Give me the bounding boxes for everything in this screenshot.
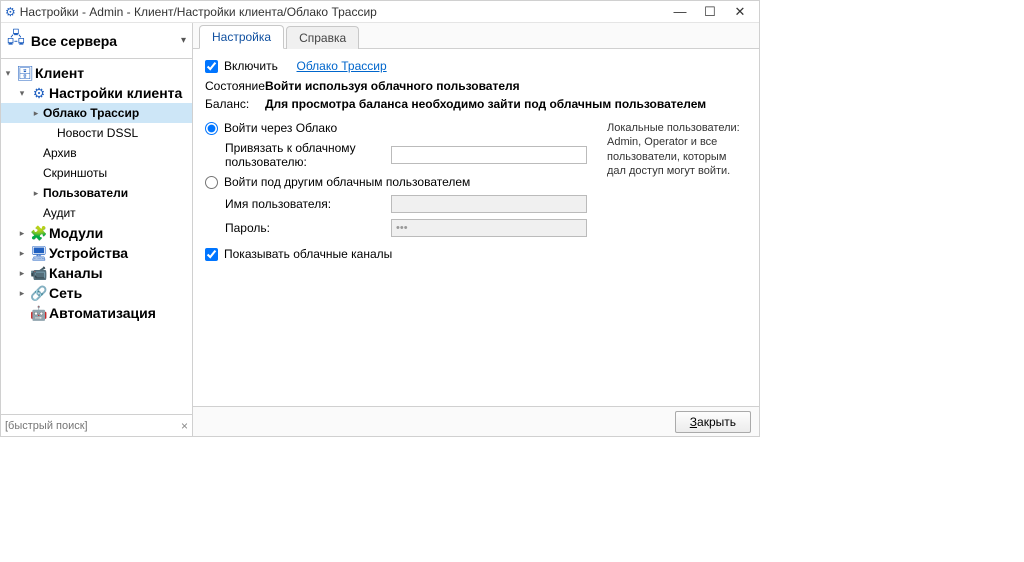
tree-item-label: Пользователи bbox=[43, 186, 128, 200]
password-input[interactable] bbox=[391, 219, 587, 237]
tab-0[interactable]: Настройка bbox=[199, 25, 284, 49]
tree-item-label: Каналы bbox=[49, 265, 103, 281]
tree-item-label: Облако Трассир bbox=[43, 106, 139, 120]
dropdown-icon[interactable]: ▾ bbox=[181, 35, 186, 46]
show-channels-checkbox[interactable] bbox=[205, 248, 218, 261]
tree-item-label: Автоматизация bbox=[49, 305, 156, 321]
show-channels-label: Показывать облачные каналы bbox=[224, 247, 392, 261]
sidebar: 🖧 Все сервера ▾ ▾🗄Клиент▾⚙Настройки клие… bbox=[1, 23, 193, 436]
tree-item-7[interactable]: Аудит bbox=[1, 203, 192, 223]
radio-login-cloud[interactable] bbox=[205, 122, 218, 135]
tree-item-9[interactable]: ▸🖥Устройства bbox=[1, 243, 192, 263]
gear-icon: ⚙ bbox=[5, 5, 16, 19]
username-label: Имя пользователя: bbox=[225, 197, 385, 211]
maximize-button[interactable]: ☐ bbox=[695, 4, 725, 20]
chevron-icon[interactable]: ▸ bbox=[15, 248, 29, 259]
settings-panel: Включить Облако Трассир Состояние: Войти… bbox=[193, 49, 759, 406]
tree-item-10[interactable]: ▸📹Каналы bbox=[1, 263, 192, 283]
balance-value: Для просмотра баланса необходимо зайти п… bbox=[265, 97, 706, 111]
window-title: Настройки - Admin - Клиент/Настройки кли… bbox=[20, 5, 665, 19]
radio-login-cloud-label: Войти через Облако bbox=[224, 121, 337, 135]
bind-cloud-user-input[interactable] bbox=[391, 146, 587, 164]
tree-item-label: Клиент bbox=[35, 65, 84, 81]
camera-icon: 📹 bbox=[29, 265, 49, 282]
chevron-icon[interactable]: ▸ bbox=[15, 288, 29, 299]
servers-icon: 🖧 bbox=[7, 27, 25, 54]
window-body: 🖧 Все сервера ▾ ▾🗄Клиент▾⚙Настройки клие… bbox=[1, 23, 759, 436]
db-icon: 🗄 bbox=[15, 65, 35, 82]
chevron-icon[interactable]: ▸ bbox=[15, 228, 29, 239]
settings-window: ⚙ Настройки - Admin - Клиент/Настройки к… bbox=[0, 0, 760, 437]
sidebar-header-label: Все сервера bbox=[31, 33, 175, 49]
tree-item-11[interactable]: ▸🔗Сеть bbox=[1, 283, 192, 303]
robot-icon: 🤖 bbox=[29, 305, 49, 322]
gear-icon: ⚙ bbox=[29, 85, 49, 102]
close-settings-button[interactable]: Закрыть bbox=[675, 411, 751, 433]
nav-tree: ▾🗄Клиент▾⚙Настройки клиента▸Облако Трасс… bbox=[1, 59, 192, 414]
chevron-icon[interactable]: ▾ bbox=[15, 88, 29, 99]
quick-search: × bbox=[1, 414, 192, 436]
clear-search-icon[interactable]: × bbox=[181, 419, 188, 433]
radio-login-other-label: Войти под другим облачным пользователем bbox=[224, 175, 470, 189]
tree-item-label: Модули bbox=[49, 225, 103, 241]
network-icon: 🔗 bbox=[29, 285, 49, 302]
status-value: Войти используя облачного пользователя bbox=[265, 79, 520, 93]
tree-item-3[interactable]: Новости DSSL bbox=[1, 123, 192, 143]
tree-item-label: Архив bbox=[43, 146, 77, 160]
enable-label: Включить bbox=[224, 59, 278, 73]
sidebar-header[interactable]: 🖧 Все сервера ▾ bbox=[1, 23, 192, 59]
local-users-note: Локальные пользователи: Admin, Operator … bbox=[607, 121, 747, 267]
footer: Закрыть bbox=[193, 406, 759, 436]
login-options: Войти через Облако Привязать к облачному… bbox=[205, 121, 587, 267]
chevron-icon[interactable]: ▸ bbox=[15, 268, 29, 279]
tree-item-0[interactable]: ▾🗄Клиент bbox=[1, 63, 192, 83]
tree-item-2[interactable]: ▸Облако Трассир bbox=[1, 103, 192, 123]
tree-item-5[interactable]: Скриншоты bbox=[1, 163, 192, 183]
tree-item-12[interactable]: 🤖Автоматизация bbox=[1, 303, 192, 323]
tree-item-label: Настройки клиента bbox=[49, 85, 182, 101]
cloud-link[interactable]: Облако Трассир bbox=[297, 59, 387, 73]
password-label: Пароль: bbox=[225, 221, 385, 235]
radio-login-other[interactable] bbox=[205, 176, 218, 189]
tree-item-label: Устройства bbox=[49, 245, 128, 261]
tab-1[interactable]: Справка bbox=[286, 26, 359, 49]
tree-item-label: Аудит bbox=[43, 206, 76, 220]
minimize-button[interactable]: — bbox=[665, 4, 695, 19]
tabs: НастройкаСправка bbox=[193, 23, 759, 49]
tree-item-1[interactable]: ▾⚙Настройки клиента bbox=[1, 83, 192, 103]
bind-cloud-user-label: Привязать к облачному пользователю: bbox=[225, 141, 385, 169]
titlebar: ⚙ Настройки - Admin - Клиент/Настройки к… bbox=[1, 1, 759, 23]
tree-item-6[interactable]: ▸Пользователи bbox=[1, 183, 192, 203]
tree-item-label: Новости DSSL bbox=[57, 126, 138, 140]
tree-item-label: Скриншоты bbox=[43, 166, 107, 180]
chevron-icon[interactable]: ▸ bbox=[29, 188, 43, 199]
content-area: НастройкаСправка Включить Облако Трассир… bbox=[193, 23, 759, 436]
chevron-icon[interactable]: ▸ bbox=[29, 108, 43, 119]
tree-item-8[interactable]: ▸🧩Модули bbox=[1, 223, 192, 243]
username-input[interactable] bbox=[391, 195, 587, 213]
balance-label: Баланс: bbox=[205, 97, 265, 111]
search-input[interactable] bbox=[5, 420, 181, 432]
enable-checkbox[interactable] bbox=[205, 60, 218, 73]
chevron-icon[interactable]: ▾ bbox=[1, 68, 15, 79]
puzzle-icon: 🧩 bbox=[29, 225, 49, 242]
tree-item-4[interactable]: Архив bbox=[1, 143, 192, 163]
devices-icon: 🖥 bbox=[29, 245, 49, 262]
status-label: Состояние: bbox=[205, 79, 265, 93]
tree-item-label: Сеть bbox=[49, 285, 82, 301]
close-button[interactable]: ✕ bbox=[725, 4, 755, 20]
